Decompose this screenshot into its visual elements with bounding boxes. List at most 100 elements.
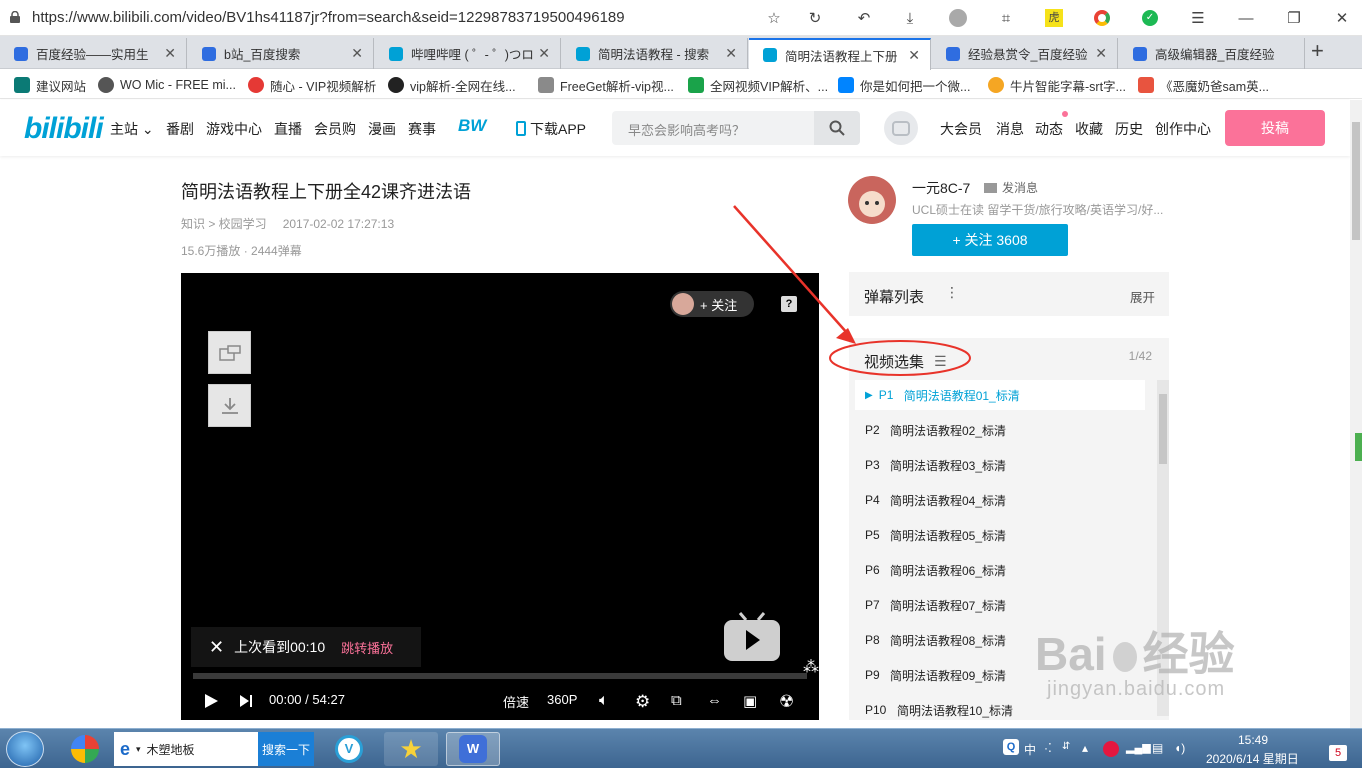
tiger-extension-icon[interactable]: 虎	[1042, 6, 1066, 30]
picture-in-picture-button[interactable]	[208, 331, 251, 374]
nav-esports[interactable]: 赛事	[408, 119, 436, 139]
music-tray-icon[interactable]	[1103, 741, 1119, 757]
clipboard-icon[interactable]: ▤	[1152, 741, 1163, 755]
taskbar-app-star[interactable]: ★	[384, 732, 438, 766]
playlist-scroll-thumb[interactable]	[1159, 394, 1167, 464]
nav-game-center[interactable]: 游戏中心	[206, 119, 262, 139]
bookmark-item[interactable]: 《恶魔奶爸sam英...	[1138, 75, 1278, 95]
ime-settings-icon[interactable]: ·⁚	[1044, 741, 1052, 755]
danmu-expand[interactable]: 展开	[1130, 287, 1155, 306]
bookmark-item[interactable]: 牛片智能字幕-srt字...	[988, 75, 1128, 95]
close-tab-icon[interactable]: ✕	[538, 45, 550, 62]
nav-dynamics[interactable]: 动态	[1035, 119, 1063, 139]
close-tab-icon[interactable]: ✕	[725, 45, 737, 62]
bw-logo[interactable]: BW	[458, 116, 486, 136]
download-app-link[interactable]: 下载APP	[516, 119, 586, 139]
undo-icon[interactable]: ↶	[852, 6, 876, 30]
tray-arrow-icon[interactable]: ▴	[1082, 741, 1088, 755]
settings-icon[interactable]: ⚙	[635, 692, 650, 712]
ie-search-box[interactable]: e ▾ 木塑地板	[114, 732, 260, 766]
next-icon[interactable]	[239, 694, 253, 708]
taskbar-app-colors[interactable]	[58, 732, 112, 766]
tab-editor[interactable]: 高级编辑器_百度经验	[1119, 38, 1305, 69]
nav-main[interactable]: 主站 ⌄	[110, 119, 154, 139]
bookmark-item[interactable]: WO Mic - FREE mi...	[98, 75, 240, 95]
chrome-extension-icon[interactable]	[1090, 6, 1114, 30]
quality-button[interactable]: 360P	[547, 692, 577, 707]
nav-favorites[interactable]: 收藏	[1075, 119, 1103, 139]
bookmark-item[interactable]: 随心 - VIP视频解析	[248, 75, 380, 95]
progress-handle-icon[interactable]: ⁂	[803, 657, 819, 677]
nav-shop[interactable]: 会员购	[314, 119, 356, 139]
send-message-link[interactable]: 发消息	[984, 179, 1038, 196]
playlist-item[interactable]: P7 简明法语教程07_标清	[855, 590, 1145, 620]
restore-icon[interactable]: ❐	[1282, 6, 1306, 30]
web-fullscreen-icon[interactable]: ▣	[743, 692, 757, 710]
menu-icon[interactable]: ☰	[1186, 6, 1210, 30]
refresh-icon[interactable]: ↻	[803, 6, 827, 30]
bookmark-item[interactable]: vip解析-全网在线...	[388, 75, 526, 95]
tab-baidu-jingyan[interactable]: 百度经验——实用生 ✕	[0, 38, 187, 69]
close-tab-icon[interactable]: ✕	[164, 45, 176, 62]
speed-button[interactable]: 倍速	[503, 692, 529, 711]
star-icon[interactable]: ☆	[762, 6, 786, 30]
search-box[interactable]: 早恋会影响高考吗？	[612, 111, 860, 145]
jump-play-link[interactable]: 跳转播放	[341, 638, 393, 657]
volume-icon[interactable]: 🔈︎	[599, 692, 609, 710]
minimize-icon[interactable]: —	[1234, 6, 1258, 30]
close-window-icon[interactable]: ✕	[1330, 6, 1354, 30]
download-video-button[interactable]	[208, 384, 251, 427]
page-scrollbar[interactable]	[1350, 100, 1362, 728]
dropdown-icon[interactable]: ▾	[136, 744, 141, 755]
taskbar-app-wps[interactable]: W	[446, 732, 500, 766]
bilibili-logo[interactable]: bilibili	[24, 112, 104, 146]
playlist-item[interactable]: P2 简明法语教程02_标清	[855, 415, 1145, 445]
tab-reward[interactable]: 经验悬赏令_百度经验 ✕	[932, 38, 1118, 69]
playlist-item[interactable]: P3 简明法语教程03_标清	[855, 450, 1145, 480]
input-method-icon[interactable]: Q	[1003, 739, 1019, 755]
taskbar-app-v[interactable]: V	[322, 732, 376, 766]
network-icon[interactable]: ▂▄▆	[1126, 741, 1151, 754]
tab-current-video[interactable]: 简明法语教程上下册 ✕	[749, 38, 931, 70]
close-tab-icon[interactable]: ✕	[351, 45, 363, 62]
playlist-item[interactable]: P4 简明法语教程04_标清	[855, 485, 1145, 515]
nav-manga[interactable]: 漫画	[368, 119, 396, 139]
new-tab-icon[interactable]: +	[1311, 38, 1324, 64]
notification-badge[interactable]: 5	[1329, 745, 1347, 761]
tray-expand-icon[interactable]: ⇵	[1062, 741, 1070, 752]
close-resume-icon[interactable]: ✕	[209, 637, 224, 658]
nav-bangumi[interactable]: 番剧	[166, 119, 194, 139]
bookmark-item[interactable]: FreeGet解析-vip视...	[538, 75, 678, 95]
bookmark-item[interactable]: 建议网站	[14, 75, 94, 95]
widescreen-icon[interactable]: ⇔	[707, 692, 722, 709]
nav-vip[interactable]: 大会员	[940, 119, 982, 139]
fullscreen-icon[interactable]: ☢	[779, 692, 794, 712]
playlist-item[interactable]: P6 简明法语教程06_标清	[855, 555, 1145, 585]
category-breadcrumb[interactable]: 知识 > 校园学习	[181, 217, 267, 231]
ime-indicator[interactable]: 中	[1024, 741, 1036, 758]
side-widget-tab[interactable]	[1355, 433, 1362, 461]
nav-creator-center[interactable]: 创作中心	[1155, 119, 1211, 139]
mini-player-icon[interactable]: ⧉	[671, 692, 682, 709]
nav-live[interactable]: 直播	[274, 119, 302, 139]
progress-bar[interactable]	[193, 673, 807, 679]
tab-bilibili-home[interactable]: 哔哩哔哩 ( ゜- ゜)つロ ✕	[375, 38, 561, 69]
tab-bilibili-search[interactable]: b站_百度搜索 ✕	[188, 38, 374, 69]
bookmark-item[interactable]: 你是如何把一个微...	[838, 75, 976, 95]
url-text[interactable]: https://www.bilibili.com/video/BV1hs4118…	[32, 9, 625, 26]
uploader-name[interactable]: 一元8C-7	[912, 178, 970, 198]
start-button[interactable]	[6, 731, 44, 767]
crop-icon[interactable]: ⌗	[994, 6, 1018, 30]
search-button[interactable]	[814, 111, 860, 145]
speaker-icon[interactable]: ◖)	[1174, 741, 1185, 755]
bookmark-item[interactable]: 全网视频VIP解析、...	[688, 75, 828, 95]
user-avatar[interactable]	[884, 111, 918, 145]
playlist-item[interactable]: P5 简明法语教程05_标清	[855, 520, 1145, 550]
close-tab-icon[interactable]: ✕	[908, 47, 920, 64]
nav-messages[interactable]: 消息	[996, 119, 1024, 139]
play-icon[interactable]	[203, 693, 219, 709]
close-tab-icon[interactable]: ✕	[1095, 45, 1107, 62]
upload-button[interactable]: 投稿	[1225, 110, 1325, 146]
check-extension-icon[interactable]: ✓	[1138, 6, 1162, 30]
ie-search-button[interactable]: 搜索一下	[258, 732, 314, 766]
